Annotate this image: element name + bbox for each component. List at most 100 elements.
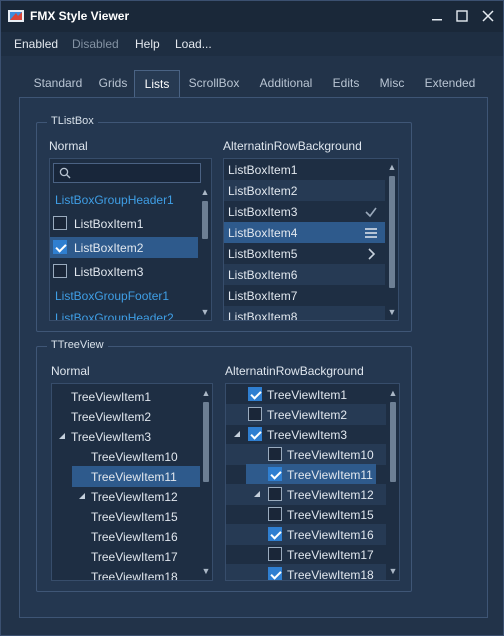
list-item[interactable]: ListBoxItem8	[224, 306, 385, 320]
minimize-button[interactable]	[426, 5, 448, 27]
menu-help[interactable]: Help	[135, 37, 160, 51]
tree-item-selected[interactable]: TreeViewItem11	[72, 466, 200, 487]
list-item[interactable]: ListBoxItem2	[224, 180, 385, 201]
scroll-thumb[interactable]	[390, 402, 396, 482]
ttreeview-group-title: TTreeView	[47, 339, 108, 351]
scroll-down-icon[interactable]: ▼	[200, 307, 210, 317]
tree-item[interactable]: TreeViewItem10	[226, 444, 386, 465]
close-button[interactable]	[477, 5, 499, 27]
title-bar[interactable]: FMX Style Viewer	[1, 1, 503, 32]
tree-item[interactable]: TreeViewItem17	[52, 546, 200, 567]
treeview-alternating[interactable]: TreeViewItem1 TreeViewItem2 TreeViewItem…	[225, 383, 400, 581]
tab-edits[interactable]: Edits	[326, 70, 366, 97]
app-icon	[8, 10, 24, 22]
menu-lines-icon[interactable]	[363, 225, 379, 241]
tab-standard[interactable]: Standard	[23, 70, 93, 97]
checkbox-checked[interactable]	[268, 467, 282, 481]
list-item[interactable]: ListBoxItem1	[224, 159, 385, 180]
list-item[interactable]: ListBoxItem3	[224, 201, 385, 222]
expanded-arrow-icon[interactable]	[254, 491, 260, 497]
tree-item[interactable]: TreeViewItem1	[226, 384, 386, 405]
listbox-alternating-scrollbar[interactable]: ▲ ▼	[386, 159, 398, 320]
tree-item[interactable]: TreeViewItem16	[226, 524, 386, 545]
tree-item[interactable]: TreeViewItem17	[226, 544, 386, 565]
tab-bar: Standard Grids Lists ScrollBox Additiona…	[19, 70, 487, 97]
scroll-thumb[interactable]	[389, 176, 395, 288]
treeview-alternating-label: AlternatinRowBackground	[225, 364, 364, 378]
checkbox-checked[interactable]	[268, 567, 282, 580]
checkbox[interactable]	[53, 264, 67, 278]
checkbox-checked[interactable]	[53, 240, 67, 254]
checkbox[interactable]	[268, 447, 282, 461]
ttreeview-group: TTreeView Normal AlternatinRowBackground…	[36, 339, 412, 592]
scroll-up-icon[interactable]: ▲	[200, 187, 210, 197]
chevron-right-icon[interactable]	[363, 246, 379, 262]
listbox-normal-label: Normal	[49, 139, 88, 153]
scroll-up-icon[interactable]: ▲	[387, 162, 397, 172]
tree-item[interactable]: TreeViewItem16	[52, 526, 200, 547]
lists-tab-panel: TListBox Normal AlternatinRowBackground …	[19, 97, 488, 618]
tree-item[interactable]: TreeViewItem15	[52, 506, 200, 527]
checkbox-checked[interactable]	[268, 527, 282, 541]
expanded-arrow-icon[interactable]	[59, 433, 65, 439]
checkbox[interactable]	[268, 487, 282, 501]
menu-load[interactable]: Load...	[175, 37, 212, 51]
treeview-normal[interactable]: TreeViewItem1 TreeViewItem2 TreeViewItem…	[51, 383, 213, 581]
tree-item[interactable]: TreeViewItem18	[226, 564, 386, 580]
list-group-header: ListBoxGroupHeader2	[55, 311, 174, 321]
menu-enabled[interactable]: Enabled	[14, 37, 58, 51]
scroll-thumb[interactable]	[203, 402, 209, 482]
scroll-down-icon[interactable]: ▼	[387, 307, 397, 317]
tab-grids[interactable]: Grids	[93, 70, 133, 97]
list-item[interactable]: ListBoxItem6	[224, 264, 385, 285]
tree-item[interactable]: TreeViewItem2	[52, 406, 200, 427]
maximize-icon	[456, 10, 468, 22]
scroll-up-icon[interactable]: ▲	[388, 388, 398, 398]
search-icon	[59, 167, 71, 179]
tab-extended[interactable]: Extended	[418, 70, 482, 97]
checkbox[interactable]	[268, 547, 282, 561]
list-item[interactable]: ListBoxItem1	[50, 213, 198, 234]
tab-additional[interactable]: Additional	[250, 70, 322, 97]
tab-lists[interactable]: Lists	[134, 70, 180, 97]
expanded-arrow-icon[interactable]	[79, 493, 85, 499]
list-item[interactable]: ListBoxItem7	[224, 285, 385, 306]
tab-scrollbox[interactable]: ScrollBox	[182, 70, 246, 97]
checkbox[interactable]	[53, 216, 67, 230]
scroll-thumb[interactable]	[202, 201, 208, 239]
checkbox[interactable]	[248, 407, 262, 421]
tree-item-selected[interactable]: TreeViewItem11	[246, 464, 376, 485]
scroll-down-icon[interactable]: ▼	[201, 566, 211, 576]
checkbox[interactable]	[268, 507, 282, 521]
search-input[interactable]	[53, 163, 201, 183]
app-window: FMX Style Viewer Enabled Disabled Help L…	[0, 0, 504, 636]
list-item[interactable]: ListBoxItem5	[224, 243, 385, 264]
listbox-alternating[interactable]: ListBoxItem1 ListBoxItem2 ListBoxItem3 L…	[223, 158, 399, 321]
tree-item[interactable]: TreeViewItem12	[226, 484, 386, 505]
checkbox-checked[interactable]	[248, 387, 262, 401]
tree-item[interactable]: TreeViewItem2	[226, 404, 386, 425]
tree-item[interactable]: TreeViewItem10	[52, 446, 200, 467]
scroll-down-icon[interactable]: ▼	[388, 566, 398, 576]
menu-disabled[interactable]: Disabled	[72, 37, 119, 51]
list-item-selected[interactable]: ListBoxItem2	[50, 237, 198, 258]
tab-misc[interactable]: Misc	[370, 70, 414, 97]
treeview-normal-scrollbar[interactable]: ▲ ▼	[200, 384, 212, 580]
tree-item[interactable]: TreeViewItem18	[52, 566, 200, 580]
tree-item[interactable]: TreeViewItem3	[226, 424, 386, 445]
checkbox-checked[interactable]	[248, 427, 262, 441]
tree-item[interactable]: TreeViewItem12	[52, 486, 200, 507]
scroll-up-icon[interactable]: ▲	[201, 388, 211, 398]
expanded-arrow-icon[interactable]	[234, 431, 240, 437]
tree-item[interactable]: TreeViewItem3	[52, 426, 200, 447]
tlistbox-group-title: TListBox	[47, 115, 98, 127]
maximize-button[interactable]	[451, 5, 473, 27]
tree-item[interactable]: TreeViewItem1	[52, 386, 200, 407]
tree-item[interactable]: TreeViewItem15	[226, 504, 386, 525]
checkmark-icon	[365, 207, 377, 218]
listbox-normal-scrollbar[interactable]: ▲ ▼	[199, 185, 211, 320]
list-item[interactable]: ListBoxItem3	[50, 261, 198, 282]
treeview-alternating-scrollbar[interactable]: ▲ ▼	[387, 384, 399, 580]
list-item-selected[interactable]: ListBoxItem4	[224, 222, 385, 243]
listbox-normal[interactable]: ListBoxGroupHeader1 ListBoxItem1 ListBox…	[49, 158, 212, 321]
